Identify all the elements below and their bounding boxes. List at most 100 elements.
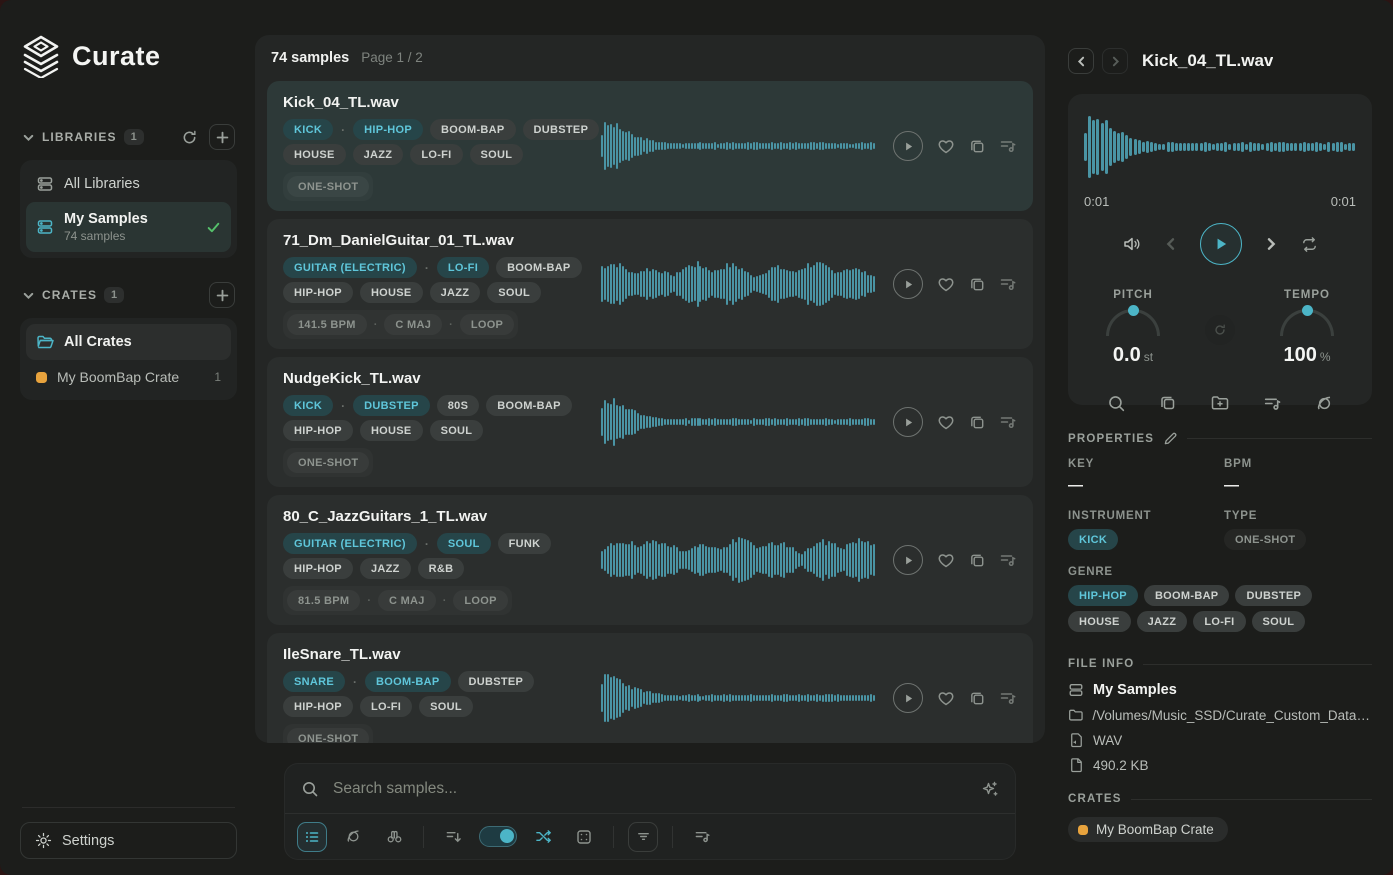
tag-pill[interactable]: KICK	[283, 395, 333, 416]
sidebar-item-all-libraries[interactable]: All Libraries	[26, 166, 231, 202]
copy-icon[interactable]	[969, 552, 986, 569]
sidebar-item-all-crates[interactable]: All Crates	[26, 324, 231, 360]
tag-pill[interactable]: LO-FI	[437, 257, 489, 278]
sample-waveform[interactable]	[601, 396, 875, 448]
tag-pill[interactable]: KICK	[1068, 529, 1118, 550]
sample-card[interactable]: 71_Dm_DanielGuitar_01_TL.wav GUITAR (ELE…	[267, 219, 1033, 349]
previous-sample-icon[interactable]	[1163, 236, 1179, 252]
tag-pill[interactable]: SOUL	[430, 420, 484, 441]
add-library-button[interactable]	[209, 124, 235, 150]
add-to-queue-icon[interactable]	[999, 413, 1017, 431]
play-button[interactable]	[1200, 223, 1242, 265]
sparkles-icon[interactable]	[981, 780, 999, 798]
tag-pill[interactable]: 80S	[437, 395, 479, 416]
detail-waveform[interactable]	[1084, 114, 1356, 180]
tag-pill[interactable]: HOUSE	[360, 420, 423, 441]
tag-pill[interactable]: BOOM-BAP	[430, 119, 516, 140]
find-similar-icon[interactable]	[1107, 394, 1126, 413]
tag-pill[interactable]: SOUL	[487, 282, 541, 303]
favorite-heart-icon[interactable]	[936, 136, 956, 156]
add-to-queue-icon[interactable]	[1263, 394, 1282, 413]
meta-pill[interactable]: C MAJ	[384, 314, 442, 335]
copy-icon[interactable]	[969, 276, 986, 293]
detail-crate-pill[interactable]: My BoomBap Crate	[1068, 817, 1228, 842]
refresh-libraries-button[interactable]	[176, 124, 202, 150]
tag-pill[interactable]: JAZZ	[1137, 611, 1188, 632]
autoplay-toggle[interactable]	[479, 826, 517, 847]
queue-button[interactable]	[687, 822, 717, 852]
next-sample-icon[interactable]	[1263, 236, 1279, 252]
copy-icon[interactable]	[969, 690, 986, 707]
tag-pill[interactable]: GUITAR (ELECTRIC)	[283, 533, 417, 554]
tag-pill[interactable]: DUBSTEP	[523, 119, 600, 140]
meta-pill[interactable]: LOOP	[460, 314, 514, 335]
shuffle-button[interactable]	[528, 822, 558, 852]
settings-button[interactable]: Settings	[20, 822, 237, 859]
tag-pill[interactable]: ONE-SHOT	[1224, 529, 1306, 550]
tag-pill[interactable]: JAZZ	[360, 558, 411, 579]
explore-button[interactable]	[379, 822, 409, 852]
sidebar-item-my-samples[interactable]: My Samples 74 samples	[26, 202, 231, 252]
meta-pill[interactable]: C MAJ	[378, 590, 436, 611]
edit-pencil-icon[interactable]	[1163, 431, 1178, 446]
tag-pill[interactable]: GUITAR (ELECTRIC)	[283, 257, 417, 278]
tag-pill[interactable]: HOUSE	[360, 282, 423, 303]
tag-pill[interactable]: JAZZ	[353, 144, 404, 165]
pitch-knob[interactable]: PITCH 0.0st	[1087, 289, 1179, 367]
play-sample-button[interactable]	[893, 545, 923, 575]
tag-pill[interactable]: LO-FI	[360, 696, 412, 717]
add-crate-button[interactable]	[209, 282, 235, 308]
tag-pill[interactable]: FUNK	[498, 533, 552, 554]
search-input[interactable]	[331, 779, 969, 799]
tag-pill[interactable]: LO-FI	[1193, 611, 1245, 632]
tag-pill[interactable]: HOUSE	[283, 144, 346, 165]
tag-pill[interactable]: SOUL	[1252, 611, 1306, 632]
file-path-row[interactable]: /Volumes/Music_SSD/Curate_Custom_Datase…	[1068, 707, 1372, 723]
sample-waveform[interactable]	[601, 672, 875, 724]
copy-icon[interactable]	[969, 414, 986, 431]
similarity-space-icon[interactable]	[1315, 394, 1334, 413]
meta-pill[interactable]: ONE-SHOT	[287, 452, 369, 473]
meta-pill[interactable]: 141.5 BPM	[287, 314, 367, 335]
tag-pill[interactable]: HIP-HOP	[1068, 585, 1138, 606]
tag-pill[interactable]: BOOM-BAP	[365, 671, 451, 692]
tag-pill[interactable]: DUBSTEP	[353, 395, 430, 416]
chevron-down-icon[interactable]	[22, 289, 35, 302]
add-to-queue-icon[interactable]	[999, 137, 1017, 155]
favorite-heart-icon[interactable]	[936, 274, 956, 294]
sidebar-item-boombap-crate[interactable]: My BoomBap Crate 1	[26, 360, 231, 394]
tempo-knob[interactable]: TEMPO 100%	[1261, 289, 1353, 367]
meta-pill[interactable]: LOOP	[453, 590, 507, 611]
tag-pill[interactable]: BOOM-BAP	[486, 395, 572, 416]
sample-card[interactable]: Kick_04_TL.wav KICK·HIP-HOPBOOM-BAPDUBST…	[267, 81, 1033, 211]
sample-card[interactable]: NudgeKick_TL.wav KICK·DUBSTEP80SBOOM-BAP…	[267, 357, 1033, 487]
play-sample-button[interactable]	[893, 131, 923, 161]
chevron-down-icon[interactable]	[22, 131, 35, 144]
loop-icon[interactable]	[1300, 235, 1319, 254]
sample-waveform[interactable]	[601, 258, 875, 310]
sample-waveform[interactable]	[601, 534, 875, 586]
favorite-heart-icon[interactable]	[936, 412, 956, 432]
tag-pill[interactable]: HIP-HOP	[353, 119, 423, 140]
tag-pill[interactable]: JAZZ	[430, 282, 481, 303]
play-sample-button[interactable]	[893, 407, 923, 437]
meta-pill[interactable]: ONE-SHOT	[287, 728, 369, 743]
sample-card[interactable]: IleSnare_TL.wav SNARE·BOOM-BAPDUBSTEPHIP…	[267, 633, 1033, 743]
favorite-heart-icon[interactable]	[936, 550, 956, 570]
meta-pill[interactable]: 81.5 BPM	[287, 590, 360, 611]
play-sample-button[interactable]	[893, 683, 923, 713]
filter-button[interactable]	[628, 822, 658, 852]
history-back-button[interactable]	[1068, 48, 1094, 74]
reset-pitch-tempo-button[interactable]	[1205, 315, 1235, 345]
add-to-queue-icon[interactable]	[999, 551, 1017, 569]
tag-pill[interactable]: HIP-HOP	[283, 558, 353, 579]
add-to-queue-icon[interactable]	[999, 275, 1017, 293]
tag-pill[interactable]: SNARE	[283, 671, 345, 692]
tag-pill[interactable]: BOOM-BAP	[496, 257, 582, 278]
add-to-queue-icon[interactable]	[999, 689, 1017, 707]
sample-waveform[interactable]	[601, 120, 875, 172]
tag-pill[interactable]: BOOM-BAP	[1144, 585, 1230, 606]
tag-pill[interactable]: DUBSTEP	[1235, 585, 1312, 606]
tag-pill[interactable]: KICK	[283, 119, 333, 140]
tag-pill[interactable]: HIP-HOP	[283, 420, 353, 441]
